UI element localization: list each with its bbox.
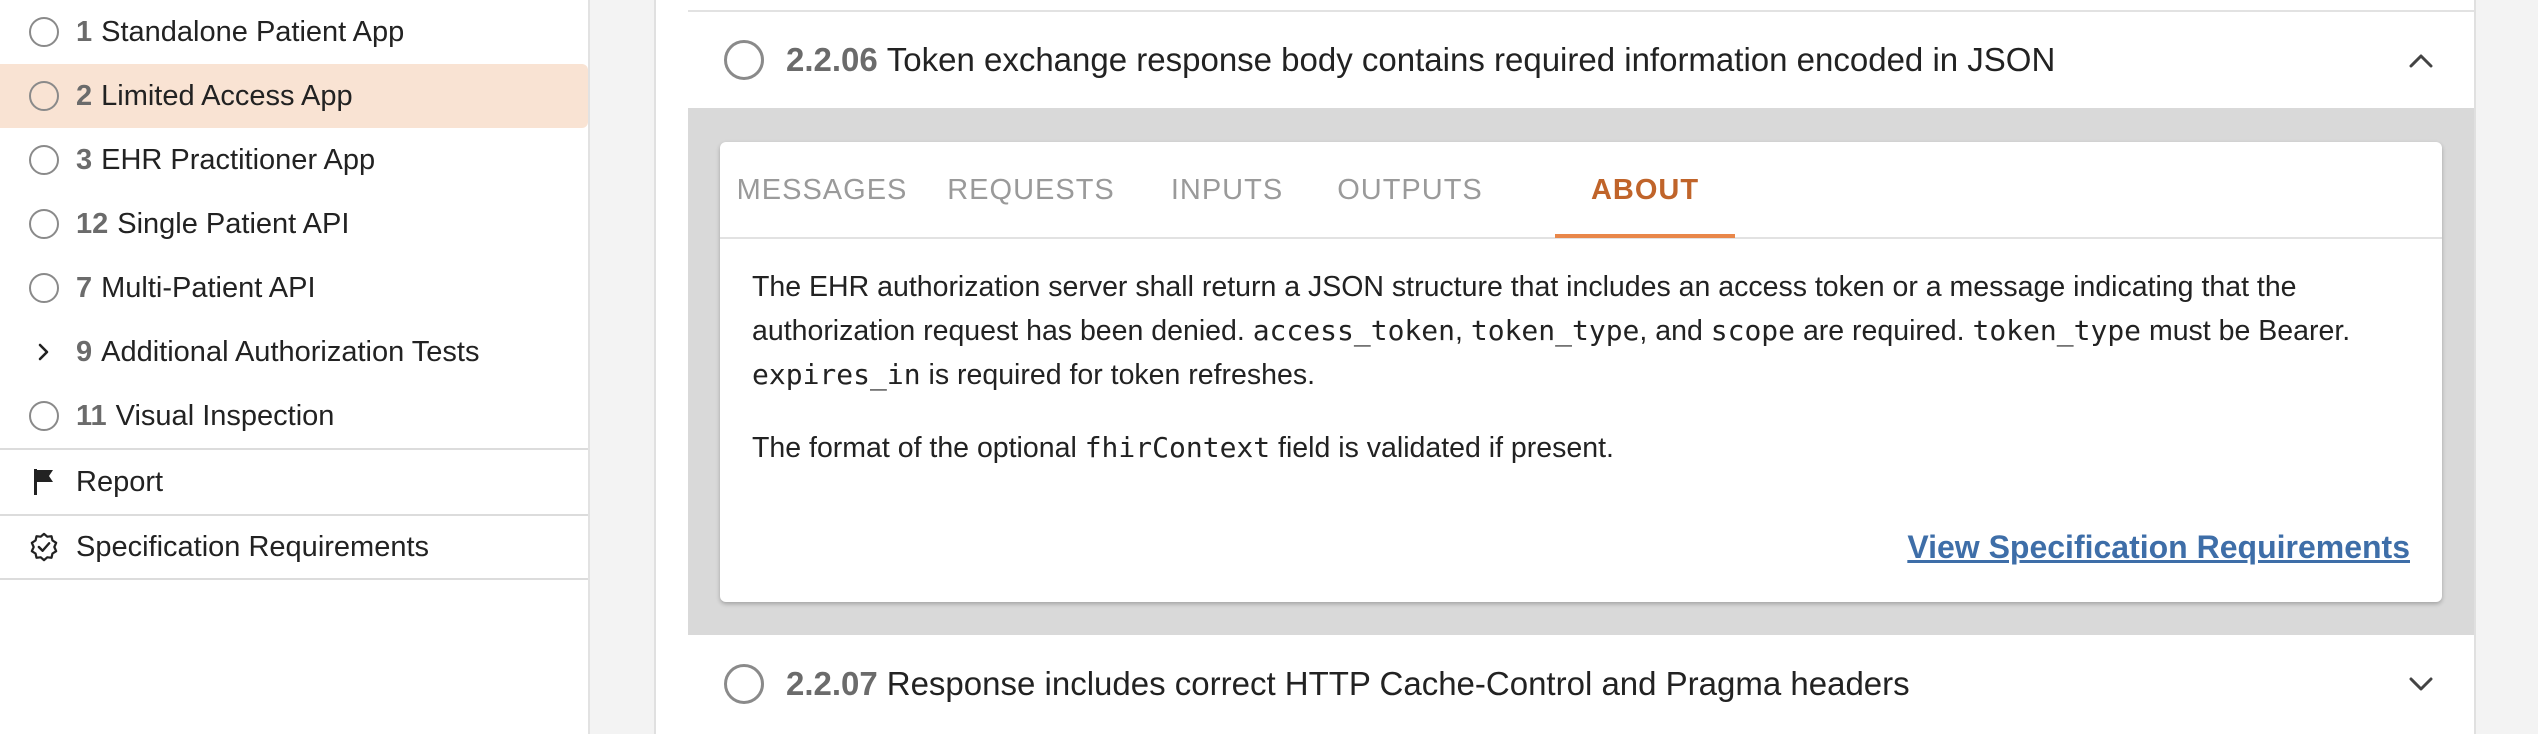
radio-circle-icon <box>29 401 59 431</box>
sidebar-link-label: Report <box>76 465 164 498</box>
about-text: The format of the optional <box>752 432 1085 464</box>
radio-circle-icon <box>29 209 59 239</box>
test-row-collapsed[interactable]: 2.2.07 Response includes correct HTTP Ca… <box>688 635 2474 732</box>
sidebar-item-additional-authorization-tests[interactable]: 9 Additional Authorization Tests <box>0 320 588 384</box>
verified-badge-icon <box>29 531 59 563</box>
sidebar-item-label: Single Patient API <box>117 207 350 240</box>
radio-circle-icon <box>29 273 59 303</box>
tab-requests[interactable]: REQUESTS <box>947 142 1114 239</box>
code-scope: scope <box>1710 314 1796 347</box>
chevron-right-icon[interactable] <box>29 337 59 367</box>
radio-circle-icon <box>29 81 59 111</box>
sidebar-item-visual-inspection[interactable]: 11 Visual Inspection <box>0 384 588 448</box>
test-row-expanded[interactable]: 2.2.06 Token exchange response body cont… <box>688 10 2474 107</box>
group-number: 1 <box>76 15 93 48</box>
sidebar-item-label: Multi-Patient API <box>101 271 316 304</box>
flag-icon <box>29 466 59 498</box>
code-fhir-context: fhirContext <box>1084 431 1271 464</box>
test-title: Response includes correct HTTP Cache-Con… <box>886 664 1910 702</box>
sidebar-link-report[interactable]: Report <box>0 448 588 514</box>
sidebar: 1 Standalone Patient App 2 Limited Acces… <box>0 0 590 734</box>
group-number: 9 <box>76 335 93 368</box>
group-number: 2 <box>76 79 93 112</box>
sidebar-link-specification-requirements[interactable]: Specification Requirements <box>0 514 588 580</box>
radio-circle-icon <box>724 39 764 80</box>
test-details-panel: MESSAGES REQUESTS INPUTS OUTPUTS ABOUT T… <box>720 142 2442 602</box>
code-expires-in: expires_in <box>752 358 921 391</box>
code-access-token: access_token <box>1252 314 1455 347</box>
code-token-type: token_type <box>1470 314 1640 347</box>
sidebar-item-label: EHR Practitioner App <box>101 143 376 176</box>
sidebar-item-label: Standalone Patient App <box>101 15 405 48</box>
active-tab-indicator <box>1555 234 1735 238</box>
chevron-down-icon[interactable] <box>2404 667 2438 701</box>
about-text: are required. <box>1795 315 1973 347</box>
detail-tabs: MESSAGES REQUESTS INPUTS OUTPUTS ABOUT <box>720 142 2442 239</box>
sidebar-link-label: Specification Requirements <box>76 530 430 563</box>
sidebar-item-label: Additional Authorization Tests <box>101 335 480 368</box>
code-token-type: token_type <box>1972 314 2142 347</box>
about-content: The EHR authorization server shall retur… <box>752 266 2412 470</box>
sidebar-item-standalone-patient-app[interactable]: 1 Standalone Patient App <box>0 0 588 64</box>
about-paragraph: The EHR authorization server shall retur… <box>752 266 2412 397</box>
radio-circle-icon <box>724 663 764 704</box>
view-specification-requirements-link[interactable]: View Specification Requirements <box>1907 529 2410 566</box>
radio-circle-icon <box>29 17 59 47</box>
group-number: 12 <box>76 207 109 240</box>
about-text: is required for token refreshes. <box>920 359 1316 391</box>
tab-inputs[interactable]: INPUTS <box>1171 142 1282 239</box>
about-text: must be Bearer. <box>2141 315 2351 347</box>
tab-about[interactable]: ABOUT <box>1555 142 1735 239</box>
sidebar-item-multi-patient-api[interactable]: 7 Multi-Patient API <box>0 256 588 320</box>
test-id: 2.2.07 <box>786 664 878 702</box>
about-text: , and <box>1639 315 1711 347</box>
sidebar-item-limited-access-app[interactable]: 2 Limited Access App <box>0 64 588 128</box>
about-paragraph: The format of the optional fhirContext f… <box>752 426 2412 470</box>
sidebar-item-label: Visual Inspection <box>115 399 335 432</box>
test-group-list: 1 Standalone Patient App 2 Limited Acces… <box>0 0 588 580</box>
tab-outputs[interactable]: OUTPUTS <box>1337 142 1482 239</box>
radio-circle-icon <box>29 145 59 175</box>
tab-messages[interactable]: MESSAGES <box>737 142 907 239</box>
sidebar-item-ehr-practitioner-app[interactable]: 3 EHR Practitioner App <box>0 128 588 192</box>
sidebar-item-single-patient-api[interactable]: 12 Single Patient API <box>0 192 588 256</box>
group-number: 7 <box>76 271 93 304</box>
about-text: field is validated if present. <box>1270 432 1614 464</box>
group-number: 3 <box>76 143 93 176</box>
group-number: 11 <box>76 399 107 432</box>
test-title: Token exchange response body contains re… <box>886 40 2056 78</box>
sidebar-item-label: Limited Access App <box>101 79 353 112</box>
chevron-up-icon[interactable] <box>2404 44 2438 78</box>
test-id: 2.2.06 <box>786 40 878 78</box>
about-text: , <box>1455 315 1471 347</box>
